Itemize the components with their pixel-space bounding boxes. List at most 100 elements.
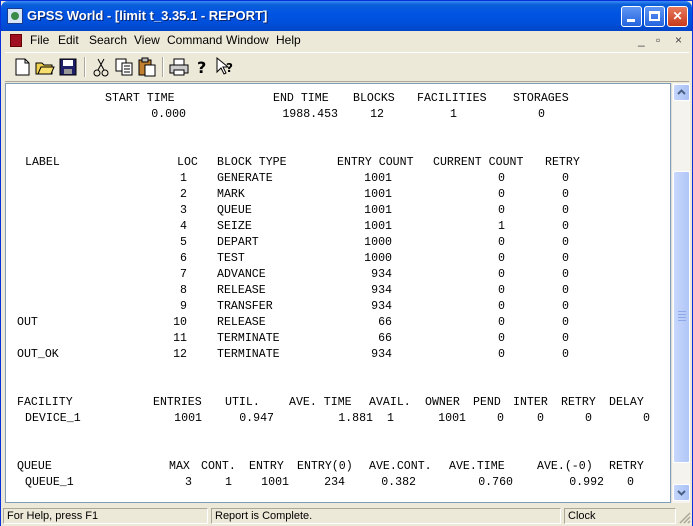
menu-file[interactable]: File: [30, 33, 49, 47]
facility-ave-time: 1.881: [338, 412, 373, 425]
facility-retry-column-header: RETRY: [561, 396, 596, 409]
block-type: MARK: [217, 188, 245, 201]
mdi-minimize-button[interactable]: _: [638, 33, 645, 47]
label-column-header: LABEL: [25, 156, 60, 169]
queue-retry: 0: [627, 476, 634, 489]
scroll-up-button[interactable]: [673, 84, 690, 101]
block-current-count: 0: [498, 236, 505, 249]
print-icon[interactable]: [168, 56, 190, 78]
blocks-value: 12: [370, 108, 384, 121]
facilities-header: FACILITIES: [417, 92, 487, 105]
block-current-count: 0: [498, 204, 505, 217]
svg-text:?: ?: [197, 58, 206, 77]
facility-avail: 1: [387, 412, 394, 425]
queue-name: QUEUE_1: [25, 476, 74, 489]
delay-column-header: DELAY: [609, 396, 644, 409]
status-message: Report is Complete.: [211, 508, 561, 524]
scroll-down-button[interactable]: [673, 484, 690, 501]
facility-pend: 0: [497, 412, 504, 425]
facility-retry: 0: [585, 412, 592, 425]
maximize-button[interactable]: [644, 6, 665, 27]
window-title: GPSS World - [limit t_3.35.1 - REPORT]: [27, 8, 268, 23]
block-entry-count: 66: [378, 332, 392, 345]
mdi-restore-button[interactable]: ▫: [656, 33, 660, 47]
block-retry: 0: [562, 300, 569, 313]
block-entry-count: 1000: [364, 236, 392, 249]
block-current-count: 0: [498, 316, 505, 329]
block-retry: 0: [562, 348, 569, 361]
chevron-down-icon: [677, 490, 686, 496]
block-entry-count: 934: [371, 268, 392, 281]
status-bar: For Help, press F1 Report is Complete. C…: [1, 505, 692, 526]
block-loc: 4: [180, 220, 187, 233]
block-type: TRANSFER: [217, 300, 273, 313]
menu-search[interactable]: Search: [89, 33, 127, 47]
scroll-thumb[interactable]: [673, 171, 690, 463]
save-icon[interactable]: [57, 56, 79, 78]
minimize-button[interactable]: [621, 6, 642, 27]
report-view[interactable]: START TIME END TIME BLOCKS FACILITIES ST…: [5, 83, 671, 503]
menu-help[interactable]: Help: [276, 33, 301, 47]
vertical-scrollbar[interactable]: [671, 83, 690, 503]
block-retry: 0: [562, 332, 569, 345]
chevron-up-icon: [677, 89, 686, 95]
block-retry: 0: [562, 188, 569, 201]
status-help-text: For Help, press F1: [3, 508, 208, 524]
copy-icon[interactable]: [113, 56, 135, 78]
block-loc: 9: [180, 300, 187, 313]
menu-edit[interactable]: Edit: [58, 33, 79, 47]
title-bar[interactable]: GPSS World - [limit t_3.35.1 - REPORT] ✕: [1, 1, 692, 31]
open-icon[interactable]: [34, 56, 56, 78]
block-entry-count: 1001: [364, 172, 392, 185]
current-count-column-header: CURRENT COUNT: [433, 156, 524, 169]
block-entry-count: 66: [378, 316, 392, 329]
paste-icon[interactable]: [136, 56, 158, 78]
toolbar-separator: [84, 57, 86, 77]
block-current-count: 0: [498, 284, 505, 297]
queue-retry-column-header: RETRY: [609, 460, 644, 473]
document-icon[interactable]: [10, 34, 22, 47]
block-retry: 0: [562, 172, 569, 185]
grip-line: [678, 311, 686, 312]
block-type: GENERATE: [217, 172, 273, 185]
facility-util: 0.947: [239, 412, 274, 425]
queue-ave-time-column-header: AVE.TIME: [449, 460, 505, 473]
block-entry-count: 934: [371, 348, 392, 361]
block-current-count: 0: [498, 188, 505, 201]
block-loc: 7: [180, 268, 187, 281]
menu-view[interactable]: View: [134, 33, 160, 47]
block-current-count: 1: [498, 220, 505, 233]
block-current-count: 0: [498, 300, 505, 313]
queue-ave-time: 0.760: [478, 476, 513, 489]
close-icon: ✕: [672, 9, 683, 23]
block-current-count: 0: [498, 348, 505, 361]
menu-command[interactable]: Command: [167, 33, 222, 47]
block-type: DEPART: [217, 236, 259, 249]
context-help-icon[interactable]: ?: [214, 56, 236, 78]
status-clock: Clock: [564, 508, 676, 524]
help-icon[interactable]: ?: [191, 56, 213, 78]
grip-line: [678, 314, 686, 315]
block-type-column-header: BLOCK TYPE: [217, 156, 287, 169]
block-loc: 3: [180, 204, 187, 217]
resize-grip-icon[interactable]: [679, 512, 691, 524]
blocks-header: BLOCKS: [353, 92, 395, 105]
menu-bar: File Edit Search View Command Window Hel…: [5, 31, 689, 51]
queue-ave-cont: 0.382: [381, 476, 416, 489]
menu-window[interactable]: Window: [226, 33, 269, 47]
end-time-header: END TIME: [273, 92, 329, 105]
queue-cont: 1: [225, 476, 232, 489]
start-time-header: START TIME: [105, 92, 175, 105]
mdi-close-button[interactable]: ×: [675, 33, 682, 47]
facility-inter: 0: [537, 412, 544, 425]
close-button[interactable]: ✕: [667, 6, 688, 27]
grip-line: [678, 320, 686, 321]
new-icon[interactable]: [11, 56, 33, 78]
ave-time-column-header: AVE. TIME: [289, 396, 352, 409]
cut-icon[interactable]: [90, 56, 112, 78]
block-current-count: 0: [498, 332, 505, 345]
gpss-app-icon[interactable]: [7, 8, 23, 24]
facility-owner: 1001: [438, 412, 466, 425]
cont-column-header: CONT.: [201, 460, 236, 473]
max-column-header: MAX: [169, 460, 190, 473]
